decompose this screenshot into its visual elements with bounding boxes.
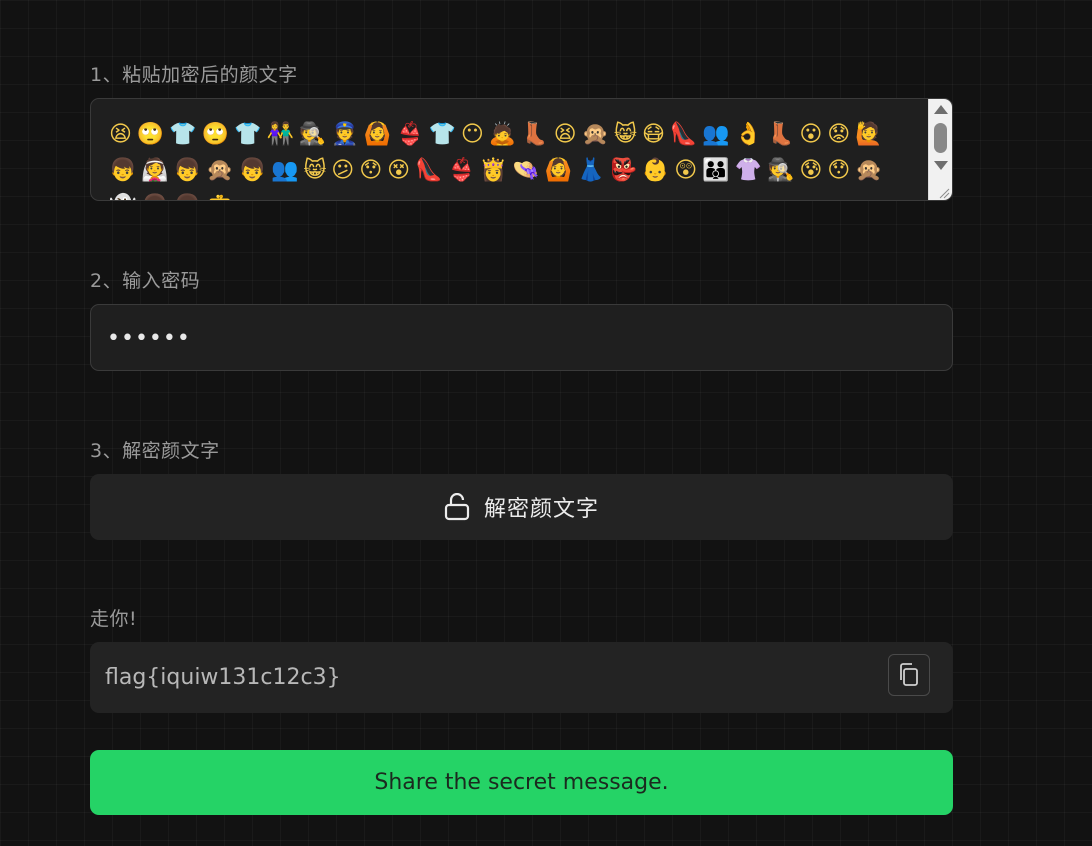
encrypted-emoji-textarea[interactable]: 😫🙄👕🙄👕👫🕵👮🙆👙👕😶🙇👢😫🙊😸😷👠👥👌👢😮😟🙋👦👰👦🙊👦👥😸😕😯😵👠👙👸👒🙆… <box>90 98 953 201</box>
decrypt-button-label: 解密颜文字 <box>483 497 599 522</box>
password-masked-value: •••••• <box>107 326 191 351</box>
paste-label: 1、粘贴加密后的颜文字 <box>90 64 298 86</box>
scroll-up-arrow-icon[interactable] <box>934 105 948 114</box>
scroll-down-arrow-icon[interactable] <box>934 161 948 170</box>
result-label: 走你! <box>90 608 138 630</box>
unlock-icon <box>444 493 470 521</box>
copy-icon <box>900 663 918 686</box>
copy-button[interactable] <box>888 654 930 696</box>
decrypted-result-text: flag{iquiw131c12c3} <box>105 665 341 690</box>
decrypt-button[interactable]: 解密颜文字 <box>90 474 953 540</box>
resize-handle-icon[interactable] <box>938 187 950 199</box>
share-button[interactable]: Share the secret message. <box>90 750 953 815</box>
password-field[interactable]: •••••• <box>90 304 953 371</box>
textarea-scrollbar[interactable] <box>928 99 952 200</box>
decrypt-label: 3、解密颜文字 <box>90 440 220 462</box>
scrollbar-thumb[interactable] <box>934 123 947 153</box>
password-label: 2、输入密码 <box>90 270 201 292</box>
decrypted-result-field: flag{iquiw131c12c3} <box>90 642 953 713</box>
emoji-textarea-content: 😫🙄👕🙄👕👫🕵👮🙆👙👕😶🙇👢😫🙊😸😷👠👥👌👢😮😟🙋👦👰👦🙊👦👥😸😕😯😵👠👙👸👒🙆… <box>109 122 888 200</box>
